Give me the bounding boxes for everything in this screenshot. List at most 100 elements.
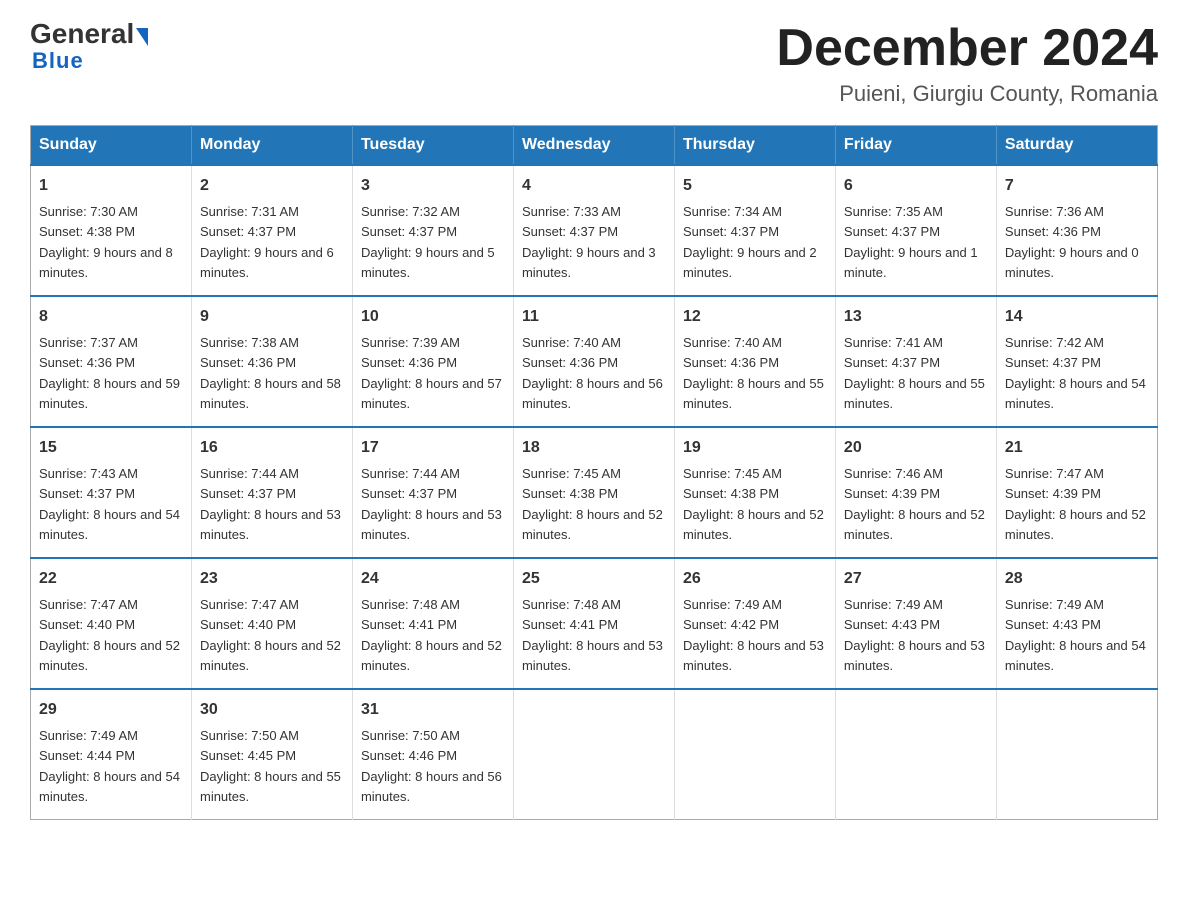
calendar-day-cell: 8 Sunrise: 7:37 AMSunset: 4:36 PMDayligh…: [31, 296, 192, 427]
calendar-day-cell: 12 Sunrise: 7:40 AMSunset: 4:36 PMDaylig…: [674, 296, 835, 427]
day-number: 7: [1005, 174, 1149, 198]
weekday-header-saturday: Saturday: [996, 126, 1157, 166]
day-number: 16: [200, 436, 344, 460]
day-number: 6: [844, 174, 988, 198]
calendar-day-cell: 26 Sunrise: 7:49 AMSunset: 4:42 PMDaylig…: [674, 558, 835, 689]
day-number: 31: [361, 698, 505, 722]
day-info: Sunrise: 7:35 AMSunset: 4:37 PMDaylight:…: [844, 204, 978, 280]
day-number: 1: [39, 174, 183, 198]
weekday-header-friday: Friday: [835, 126, 996, 166]
calendar-day-cell: 29 Sunrise: 7:49 AMSunset: 4:44 PMDaylig…: [31, 689, 192, 820]
day-info: Sunrise: 7:39 AMSunset: 4:36 PMDaylight:…: [361, 335, 502, 411]
calendar-week-row: 8 Sunrise: 7:37 AMSunset: 4:36 PMDayligh…: [31, 296, 1158, 427]
calendar-day-cell: 25 Sunrise: 7:48 AMSunset: 4:41 PMDaylig…: [513, 558, 674, 689]
logo-area: General Blue: [30, 20, 148, 74]
day-number: 24: [361, 567, 505, 591]
day-info: Sunrise: 7:43 AMSunset: 4:37 PMDaylight:…: [39, 466, 180, 542]
day-info: Sunrise: 7:50 AMSunset: 4:46 PMDaylight:…: [361, 728, 502, 804]
calendar-day-cell: 2 Sunrise: 7:31 AMSunset: 4:37 PMDayligh…: [191, 165, 352, 296]
day-info: Sunrise: 7:46 AMSunset: 4:39 PMDaylight:…: [844, 466, 985, 542]
day-number: 4: [522, 174, 666, 198]
day-number: 11: [522, 305, 666, 329]
day-number: 25: [522, 567, 666, 591]
calendar-day-cell: 14 Sunrise: 7:42 AMSunset: 4:37 PMDaylig…: [996, 296, 1157, 427]
day-number: 5: [683, 174, 827, 198]
calendar-day-cell: 21 Sunrise: 7:47 AMSunset: 4:39 PMDaylig…: [996, 427, 1157, 558]
calendar-day-cell: 22 Sunrise: 7:47 AMSunset: 4:40 PMDaylig…: [31, 558, 192, 689]
calendar-day-cell: 24 Sunrise: 7:48 AMSunset: 4:41 PMDaylig…: [352, 558, 513, 689]
day-info: Sunrise: 7:40 AMSunset: 4:36 PMDaylight:…: [522, 335, 663, 411]
month-title: December 2024: [776, 20, 1158, 77]
calendar-day-cell: 16 Sunrise: 7:44 AMSunset: 4:37 PMDaylig…: [191, 427, 352, 558]
calendar-day-cell: 30 Sunrise: 7:50 AMSunset: 4:45 PMDaylig…: [191, 689, 352, 820]
day-number: 8: [39, 305, 183, 329]
calendar-day-cell: [996, 689, 1157, 820]
day-number: 3: [361, 174, 505, 198]
day-info: Sunrise: 7:47 AMSunset: 4:40 PMDaylight:…: [39, 597, 180, 673]
calendar-day-cell: 6 Sunrise: 7:35 AMSunset: 4:37 PMDayligh…: [835, 165, 996, 296]
day-number: 18: [522, 436, 666, 460]
logo-triangle-icon: [136, 28, 148, 46]
day-info: Sunrise: 7:30 AMSunset: 4:38 PMDaylight:…: [39, 204, 173, 280]
calendar-day-cell: [674, 689, 835, 820]
day-info: Sunrise: 7:49 AMSunset: 4:42 PMDaylight:…: [683, 597, 824, 673]
calendar-day-cell: 3 Sunrise: 7:32 AMSunset: 4:37 PMDayligh…: [352, 165, 513, 296]
day-info: Sunrise: 7:48 AMSunset: 4:41 PMDaylight:…: [522, 597, 663, 673]
weekday-header-sunday: Sunday: [31, 126, 192, 166]
calendar-day-cell: 11 Sunrise: 7:40 AMSunset: 4:36 PMDaylig…: [513, 296, 674, 427]
day-info: Sunrise: 7:34 AMSunset: 4:37 PMDaylight:…: [683, 204, 817, 280]
day-info: Sunrise: 7:49 AMSunset: 4:43 PMDaylight:…: [844, 597, 985, 673]
calendar-day-cell: 1 Sunrise: 7:30 AMSunset: 4:38 PMDayligh…: [31, 165, 192, 296]
day-number: 12: [683, 305, 827, 329]
day-info: Sunrise: 7:41 AMSunset: 4:37 PMDaylight:…: [844, 335, 985, 411]
day-number: 19: [683, 436, 827, 460]
calendar-week-row: 29 Sunrise: 7:49 AMSunset: 4:44 PMDaylig…: [31, 689, 1158, 820]
calendar-day-cell: 20 Sunrise: 7:46 AMSunset: 4:39 PMDaylig…: [835, 427, 996, 558]
title-area: December 2024 Puieni, Giurgiu County, Ro…: [776, 20, 1158, 107]
weekday-header-row: SundayMondayTuesdayWednesdayThursdayFrid…: [31, 126, 1158, 166]
day-info: Sunrise: 7:40 AMSunset: 4:36 PMDaylight:…: [683, 335, 824, 411]
weekday-header-thursday: Thursday: [674, 126, 835, 166]
day-info: Sunrise: 7:44 AMSunset: 4:37 PMDaylight:…: [361, 466, 502, 542]
day-info: Sunrise: 7:31 AMSunset: 4:37 PMDaylight:…: [200, 204, 334, 280]
calendar-day-cell: [513, 689, 674, 820]
day-info: Sunrise: 7:48 AMSunset: 4:41 PMDaylight:…: [361, 597, 502, 673]
weekday-header-wednesday: Wednesday: [513, 126, 674, 166]
day-number: 9: [200, 305, 344, 329]
day-number: 22: [39, 567, 183, 591]
day-number: 26: [683, 567, 827, 591]
day-info: Sunrise: 7:50 AMSunset: 4:45 PMDaylight:…: [200, 728, 341, 804]
day-info: Sunrise: 7:44 AMSunset: 4:37 PMDaylight:…: [200, 466, 341, 542]
day-info: Sunrise: 7:49 AMSunset: 4:44 PMDaylight:…: [39, 728, 180, 804]
location-title: Puieni, Giurgiu County, Romania: [776, 81, 1158, 107]
day-number: 10: [361, 305, 505, 329]
day-number: 17: [361, 436, 505, 460]
calendar-day-cell: 5 Sunrise: 7:34 AMSunset: 4:37 PMDayligh…: [674, 165, 835, 296]
day-info: Sunrise: 7:47 AMSunset: 4:40 PMDaylight:…: [200, 597, 341, 673]
day-number: 21: [1005, 436, 1149, 460]
calendar-day-cell: 9 Sunrise: 7:38 AMSunset: 4:36 PMDayligh…: [191, 296, 352, 427]
day-info: Sunrise: 7:33 AMSunset: 4:37 PMDaylight:…: [522, 204, 656, 280]
calendar-day-cell: [835, 689, 996, 820]
day-number: 2: [200, 174, 344, 198]
calendar-day-cell: 27 Sunrise: 7:49 AMSunset: 4:43 PMDaylig…: [835, 558, 996, 689]
calendar-day-cell: 19 Sunrise: 7:45 AMSunset: 4:38 PMDaylig…: [674, 427, 835, 558]
calendar-week-row: 1 Sunrise: 7:30 AMSunset: 4:38 PMDayligh…: [31, 165, 1158, 296]
day-info: Sunrise: 7:32 AMSunset: 4:37 PMDaylight:…: [361, 204, 495, 280]
day-info: Sunrise: 7:49 AMSunset: 4:43 PMDaylight:…: [1005, 597, 1146, 673]
calendar-day-cell: 18 Sunrise: 7:45 AMSunset: 4:38 PMDaylig…: [513, 427, 674, 558]
calendar-day-cell: 31 Sunrise: 7:50 AMSunset: 4:46 PMDaylig…: [352, 689, 513, 820]
day-number: 14: [1005, 305, 1149, 329]
day-number: 20: [844, 436, 988, 460]
day-info: Sunrise: 7:38 AMSunset: 4:36 PMDaylight:…: [200, 335, 341, 411]
logo-blue-text: Blue: [32, 48, 84, 74]
weekday-header-monday: Monday: [191, 126, 352, 166]
day-number: 27: [844, 567, 988, 591]
day-number: 15: [39, 436, 183, 460]
day-info: Sunrise: 7:45 AMSunset: 4:38 PMDaylight:…: [683, 466, 824, 542]
calendar-day-cell: 23 Sunrise: 7:47 AMSunset: 4:40 PMDaylig…: [191, 558, 352, 689]
logo: General: [30, 20, 148, 48]
day-number: 13: [844, 305, 988, 329]
calendar-week-row: 15 Sunrise: 7:43 AMSunset: 4:37 PMDaylig…: [31, 427, 1158, 558]
calendar-day-cell: 4 Sunrise: 7:33 AMSunset: 4:37 PMDayligh…: [513, 165, 674, 296]
